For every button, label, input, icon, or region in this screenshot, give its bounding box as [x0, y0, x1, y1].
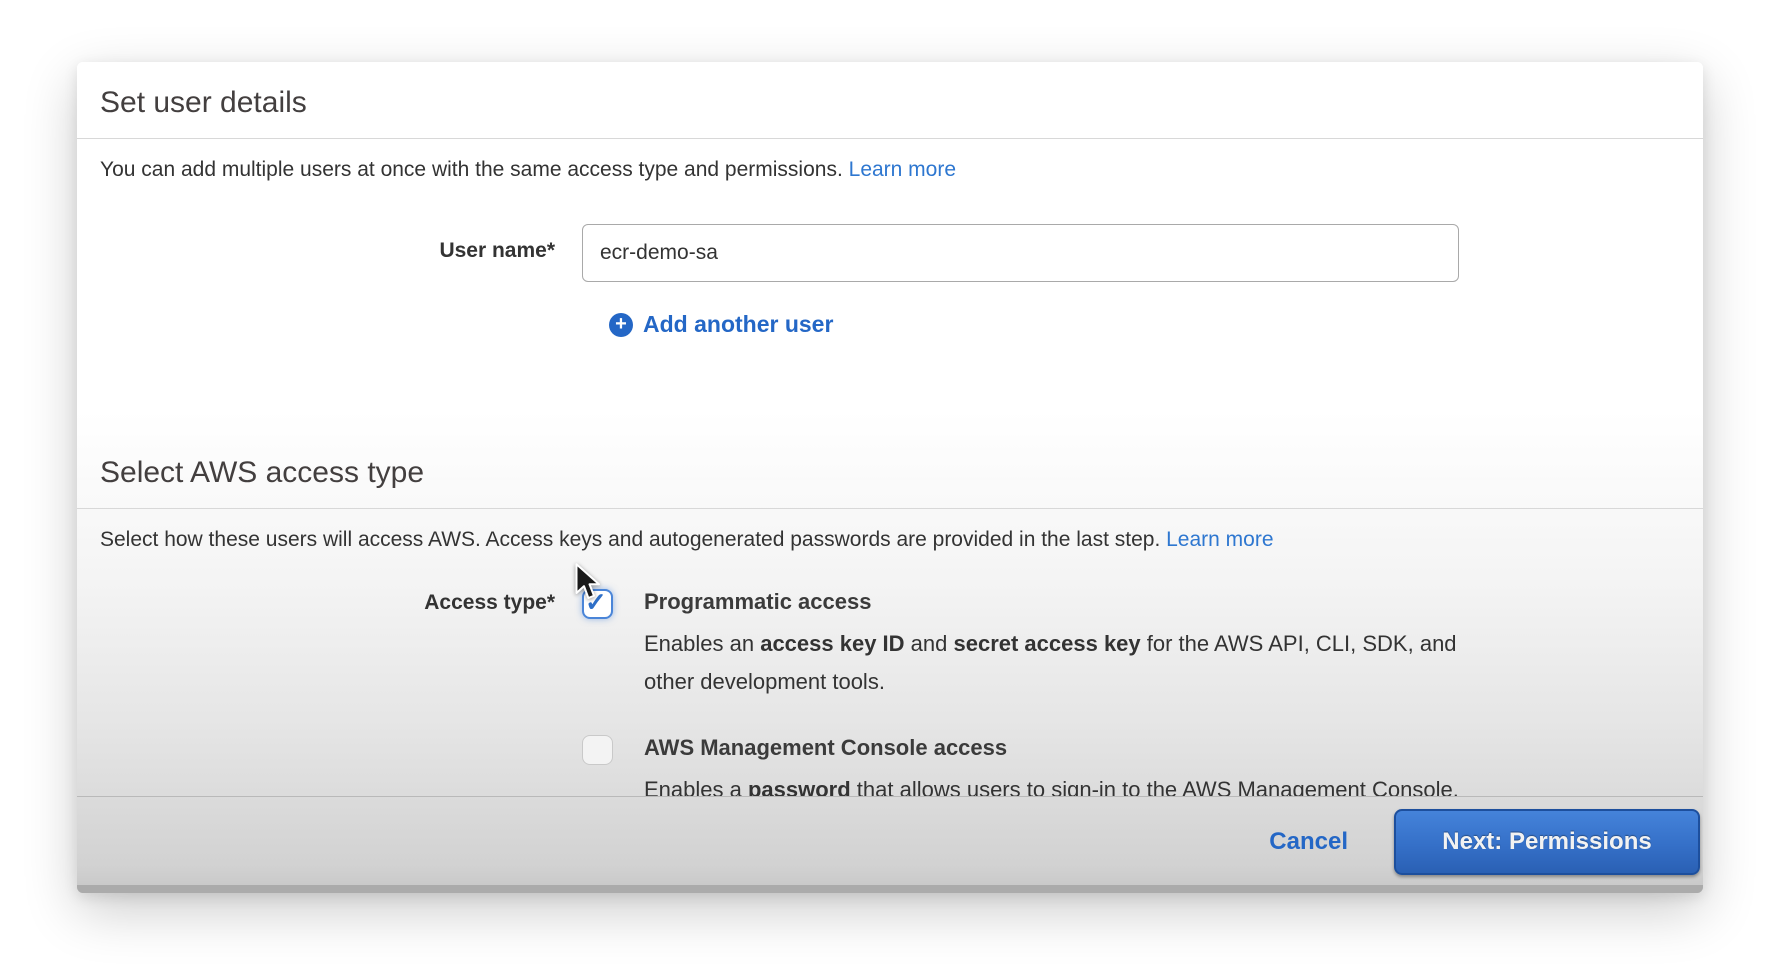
add-another-user-button[interactable]: + Add another user: [609, 311, 1703, 338]
select-access-type-heading: Select AWS access type: [77, 434, 1703, 509]
console-access-checkbox[interactable]: [582, 735, 613, 765]
access-type-description-text: Select how these users will access AWS. …: [100, 528, 1160, 551]
wizard-footer: Cancel Next: Permissions: [77, 796, 1703, 893]
set-user-details-heading: Set user details: [77, 62, 1703, 139]
page-background: Set user details You can add multiple us…: [0, 0, 1786, 974]
desc-text: and: [905, 631, 954, 656]
username-row: User name*: [77, 224, 1703, 282]
programmatic-access-body: Programmatic access Enables an access ke…: [644, 587, 1504, 701]
user-details-description: You can add multiple users at once with …: [77, 139, 1703, 183]
access-type-learn-more-link[interactable]: Learn more: [1166, 528, 1273, 551]
desc-text: Enables an: [644, 631, 760, 656]
console-access-title: AWS Management Console access: [644, 733, 1459, 763]
desc-bold-secret-access-key: secret access key: [953, 631, 1140, 656]
user-details-description-text: You can add multiple users at once with …: [100, 158, 843, 181]
access-type-label: Access type*: [77, 587, 582, 615]
access-type-row: Access type* ✓ Programmatic access Enabl…: [77, 587, 1703, 809]
mouse-cursor-icon: [574, 563, 604, 603]
access-type-options: ✓ Programmatic access Enables an access …: [582, 587, 1504, 809]
programmatic-access-description: Enables an access key ID and secret acce…: [644, 625, 1504, 701]
desc-bold-access-key-id: access key ID: [760, 631, 904, 656]
plus-circle-icon: +: [609, 313, 633, 337]
username-input[interactable]: [582, 224, 1459, 282]
username-label: User name*: [77, 224, 582, 263]
user-details-learn-more-link[interactable]: Learn more: [849, 158, 956, 181]
next-permissions-button[interactable]: Next: Permissions: [1394, 809, 1700, 875]
add-user-wizard-panel: Set user details You can add multiple us…: [77, 62, 1703, 893]
cancel-button[interactable]: Cancel: [1269, 828, 1348, 856]
access-type-description: Select how these users will access AWS. …: [77, 509, 1703, 553]
programmatic-access-title: Programmatic access: [644, 587, 1504, 617]
programmatic-access-option: ✓ Programmatic access Enables an access …: [582, 587, 1504, 701]
section-spacer: [77, 338, 1703, 434]
add-another-user-label: Add another user: [643, 311, 833, 338]
